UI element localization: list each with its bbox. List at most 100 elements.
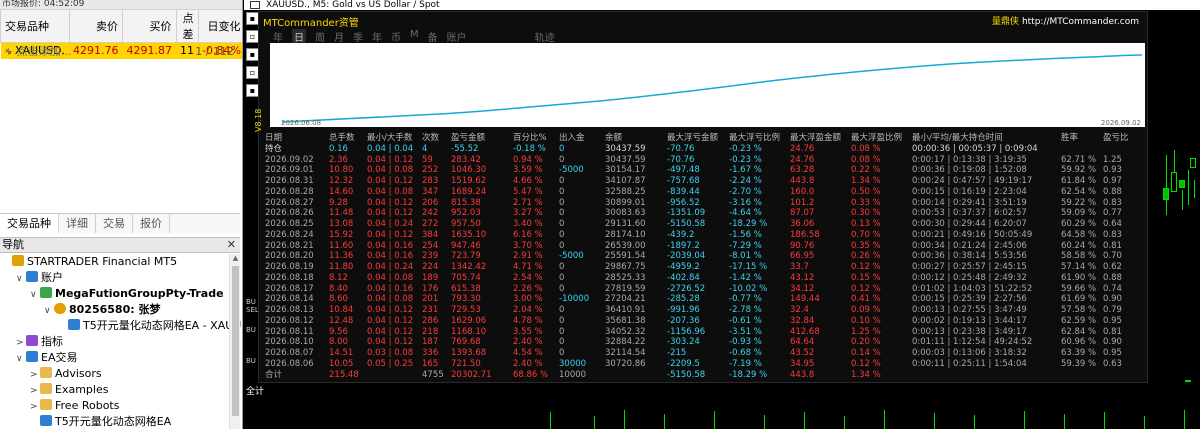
tree-item[interactable]: ∨ 账户 (0, 270, 228, 286)
stats-cell: 33.7 (790, 262, 809, 272)
stats-cell: 60.29 % (1061, 219, 1097, 229)
chart-window[interactable]: XAUUSD., M5: Gold vs US Dollar / Spot ▪ … (244, 0, 1200, 429)
stats-cell: 日期 (265, 133, 283, 143)
col-change[interactable]: 日变化 (197, 9, 242, 43)
mtc-tab[interactable]: 月 (334, 29, 344, 44)
stats-cell: 721.50 (451, 358, 481, 369)
tree-item[interactable]: STARTRADER Financial MT5 (0, 254, 228, 270)
collapse-icon[interactable]: > (16, 335, 26, 351)
collapse-icon[interactable]: > (30, 399, 40, 415)
navigator-tree: STARTRADER Financial MT5 ∨ 账户 ∨ MegaFutionGr… (0, 254, 242, 429)
scroll-up-icon[interactable]: ▲ (230, 254, 241, 264)
col-ask[interactable]: 买价 (122, 9, 177, 43)
mtcommander-panel[interactable]: MTCommander资管 量鼎侠 http://MTCommander.com … (258, 11, 1148, 383)
stats-cell: 3.40 % (513, 219, 543, 229)
stats-cell: 0.90 (1103, 294, 1122, 305)
col-bid[interactable]: 卖价 (68, 9, 124, 43)
mtc-tab[interactable]: 轨迹 (535, 29, 555, 44)
tree-item[interactable]: ∨ 80256580: 张梦 (0, 302, 228, 318)
stats-cell: -1.67 % (729, 165, 762, 176)
tab-symbols[interactable]: 交易品种 (0, 214, 59, 233)
stats-cell: 59.92 % (1061, 165, 1097, 176)
indicators-icon (26, 335, 38, 346)
tree-item[interactable]: > 指标 (0, 334, 228, 350)
mtc-tab[interactable]: 备 (428, 29, 438, 44)
stats-cell: 68.86 % (513, 369, 549, 380)
volume-tick (714, 411, 715, 429)
stats-cell: 43.12 (790, 272, 815, 283)
tree-item[interactable]: ∨ MegaFutionGroupPty-Trade (0, 286, 228, 302)
stats-cell: -303.24 (667, 337, 700, 348)
tree-item[interactable]: T5开元量化动态网格EA - XAUUSD (0, 318, 242, 334)
tab-trading[interactable]: 交易 (96, 214, 133, 233)
mtc-tab[interactable]: 季 (353, 29, 363, 44)
stats-cell: 0:00:17 | 0:13:38 | 3:19:35 (912, 154, 1027, 165)
stats-cell: 3.70 % (513, 240, 543, 251)
folder-icon (40, 399, 52, 410)
stats-cell: 2026.09.01 (265, 165, 314, 176)
stats-cell: 0.04 | 0.12 (367, 176, 414, 186)
volume-tick (764, 415, 765, 429)
mtc-brand-name: 量鼎侠 (991, 17, 1019, 27)
mtc-tab[interactable]: 年 (273, 29, 283, 44)
stats-cell: 2026.08.07 (265, 348, 314, 358)
tab-details[interactable]: 详细 (59, 214, 96, 233)
stats-cell: 4.66 % (513, 176, 543, 186)
navigator-scrollbar[interactable]: ▲ (229, 254, 240, 429)
stats-cell: 0.04 | 0.12 (367, 305, 414, 315)
stats-cell: 0:00:24 | 0:47:57 | 49:19:17 (912, 176, 1033, 186)
collapse-icon[interactable]: > (30, 367, 40, 383)
volume-tick (934, 413, 935, 429)
tree-item[interactable]: > Free Robots (0, 398, 228, 414)
volume-tick (594, 416, 595, 429)
mtc-tab[interactable]: 周 (315, 29, 325, 44)
stats-cell: 0:00:15 | 0:25:39 | 2:27:56 (912, 294, 1027, 305)
col-symbol[interactable]: 交易品种 (0, 9, 70, 43)
broker-icon (12, 255, 24, 266)
col-spread[interactable]: 点差 (175, 9, 199, 43)
volume-tick (1188, 170, 1189, 205)
add-symbol-row[interactable]: + 点击添加... 1 / 112 (0, 44, 240, 60)
stats-cell: -285.28 (667, 294, 700, 305)
stats-row: 2026.09.01 10.80 0.04 | 0.08 252 1046.30 3.59… (265, 165, 1145, 176)
stats-cell: 61.69 % (1061, 294, 1097, 305)
stats-cell: 0.04 | 0.12 (367, 337, 414, 348)
stats-row: 2026.08.14 8.60 0.04 | 0.08 201 793.30 3.00 %… (265, 294, 1145, 305)
stats-cell: -0.23 % (729, 143, 762, 154)
collapse-icon[interactable]: > (30, 383, 40, 399)
expand-icon[interactable]: ∨ (30, 287, 40, 303)
expand-icon[interactable]: ∨ (44, 303, 54, 319)
tree-item[interactable]: > Examples (0, 382, 228, 398)
stats-cell: -0.68 % (729, 348, 762, 358)
mtc-tab[interactable]: M (410, 29, 419, 44)
expand-icon[interactable]: ∨ (16, 271, 26, 287)
stats-cell: 0.74 (1103, 283, 1122, 294)
stats-cell: 59.09 % (1061, 208, 1097, 219)
mtc-tab[interactable]: 年 (372, 29, 382, 44)
volume-tick (1024, 411, 1025, 429)
stats-cell: 25591.54 (605, 251, 646, 262)
stats-cell: 176 (422, 283, 439, 294)
tree-item[interactable]: T5开元量化动态网格EA (0, 414, 228, 429)
stats-row: 2026.08.20 11.36 0.04 | 0.16 239 723.79 2.91 … (265, 251, 1145, 262)
tab-ticks[interactable]: 报价 (133, 214, 170, 233)
scrollbar-thumb[interactable] (232, 266, 239, 416)
mtc-brand[interactable]: 量鼎侠 http://MTCommander.com (992, 14, 1139, 27)
close-icon[interactable]: ✕ (227, 238, 236, 252)
stats-cell: 35681.38 (605, 315, 646, 326)
stats-cell: 62.84 % (1061, 326, 1097, 337)
stats-cell: 0.04 | 0.08 (367, 294, 414, 305)
stats-cell: 0.08 % (851, 143, 881, 154)
stats-cell: 0 (559, 176, 565, 186)
stats-cell: 0.83 (1103, 229, 1122, 240)
expand-icon[interactable]: ∨ (16, 351, 26, 367)
mtc-tab[interactable]: 账户 (447, 29, 467, 44)
tree-item[interactable]: ∨ EA交易 (0, 350, 228, 366)
mtc-tab[interactable]: 日 (292, 29, 306, 44)
tree-item[interactable]: > Advisors (0, 366, 228, 382)
stats-cell: 60.96 % (1061, 337, 1097, 348)
stats-cell: 57.14 % (1061, 262, 1097, 272)
stats-cell: 2.71 % (513, 197, 543, 208)
stats-cell: 0.04 | 0.04 (367, 143, 414, 154)
mtc-tab[interactable]: 币 (391, 29, 401, 44)
